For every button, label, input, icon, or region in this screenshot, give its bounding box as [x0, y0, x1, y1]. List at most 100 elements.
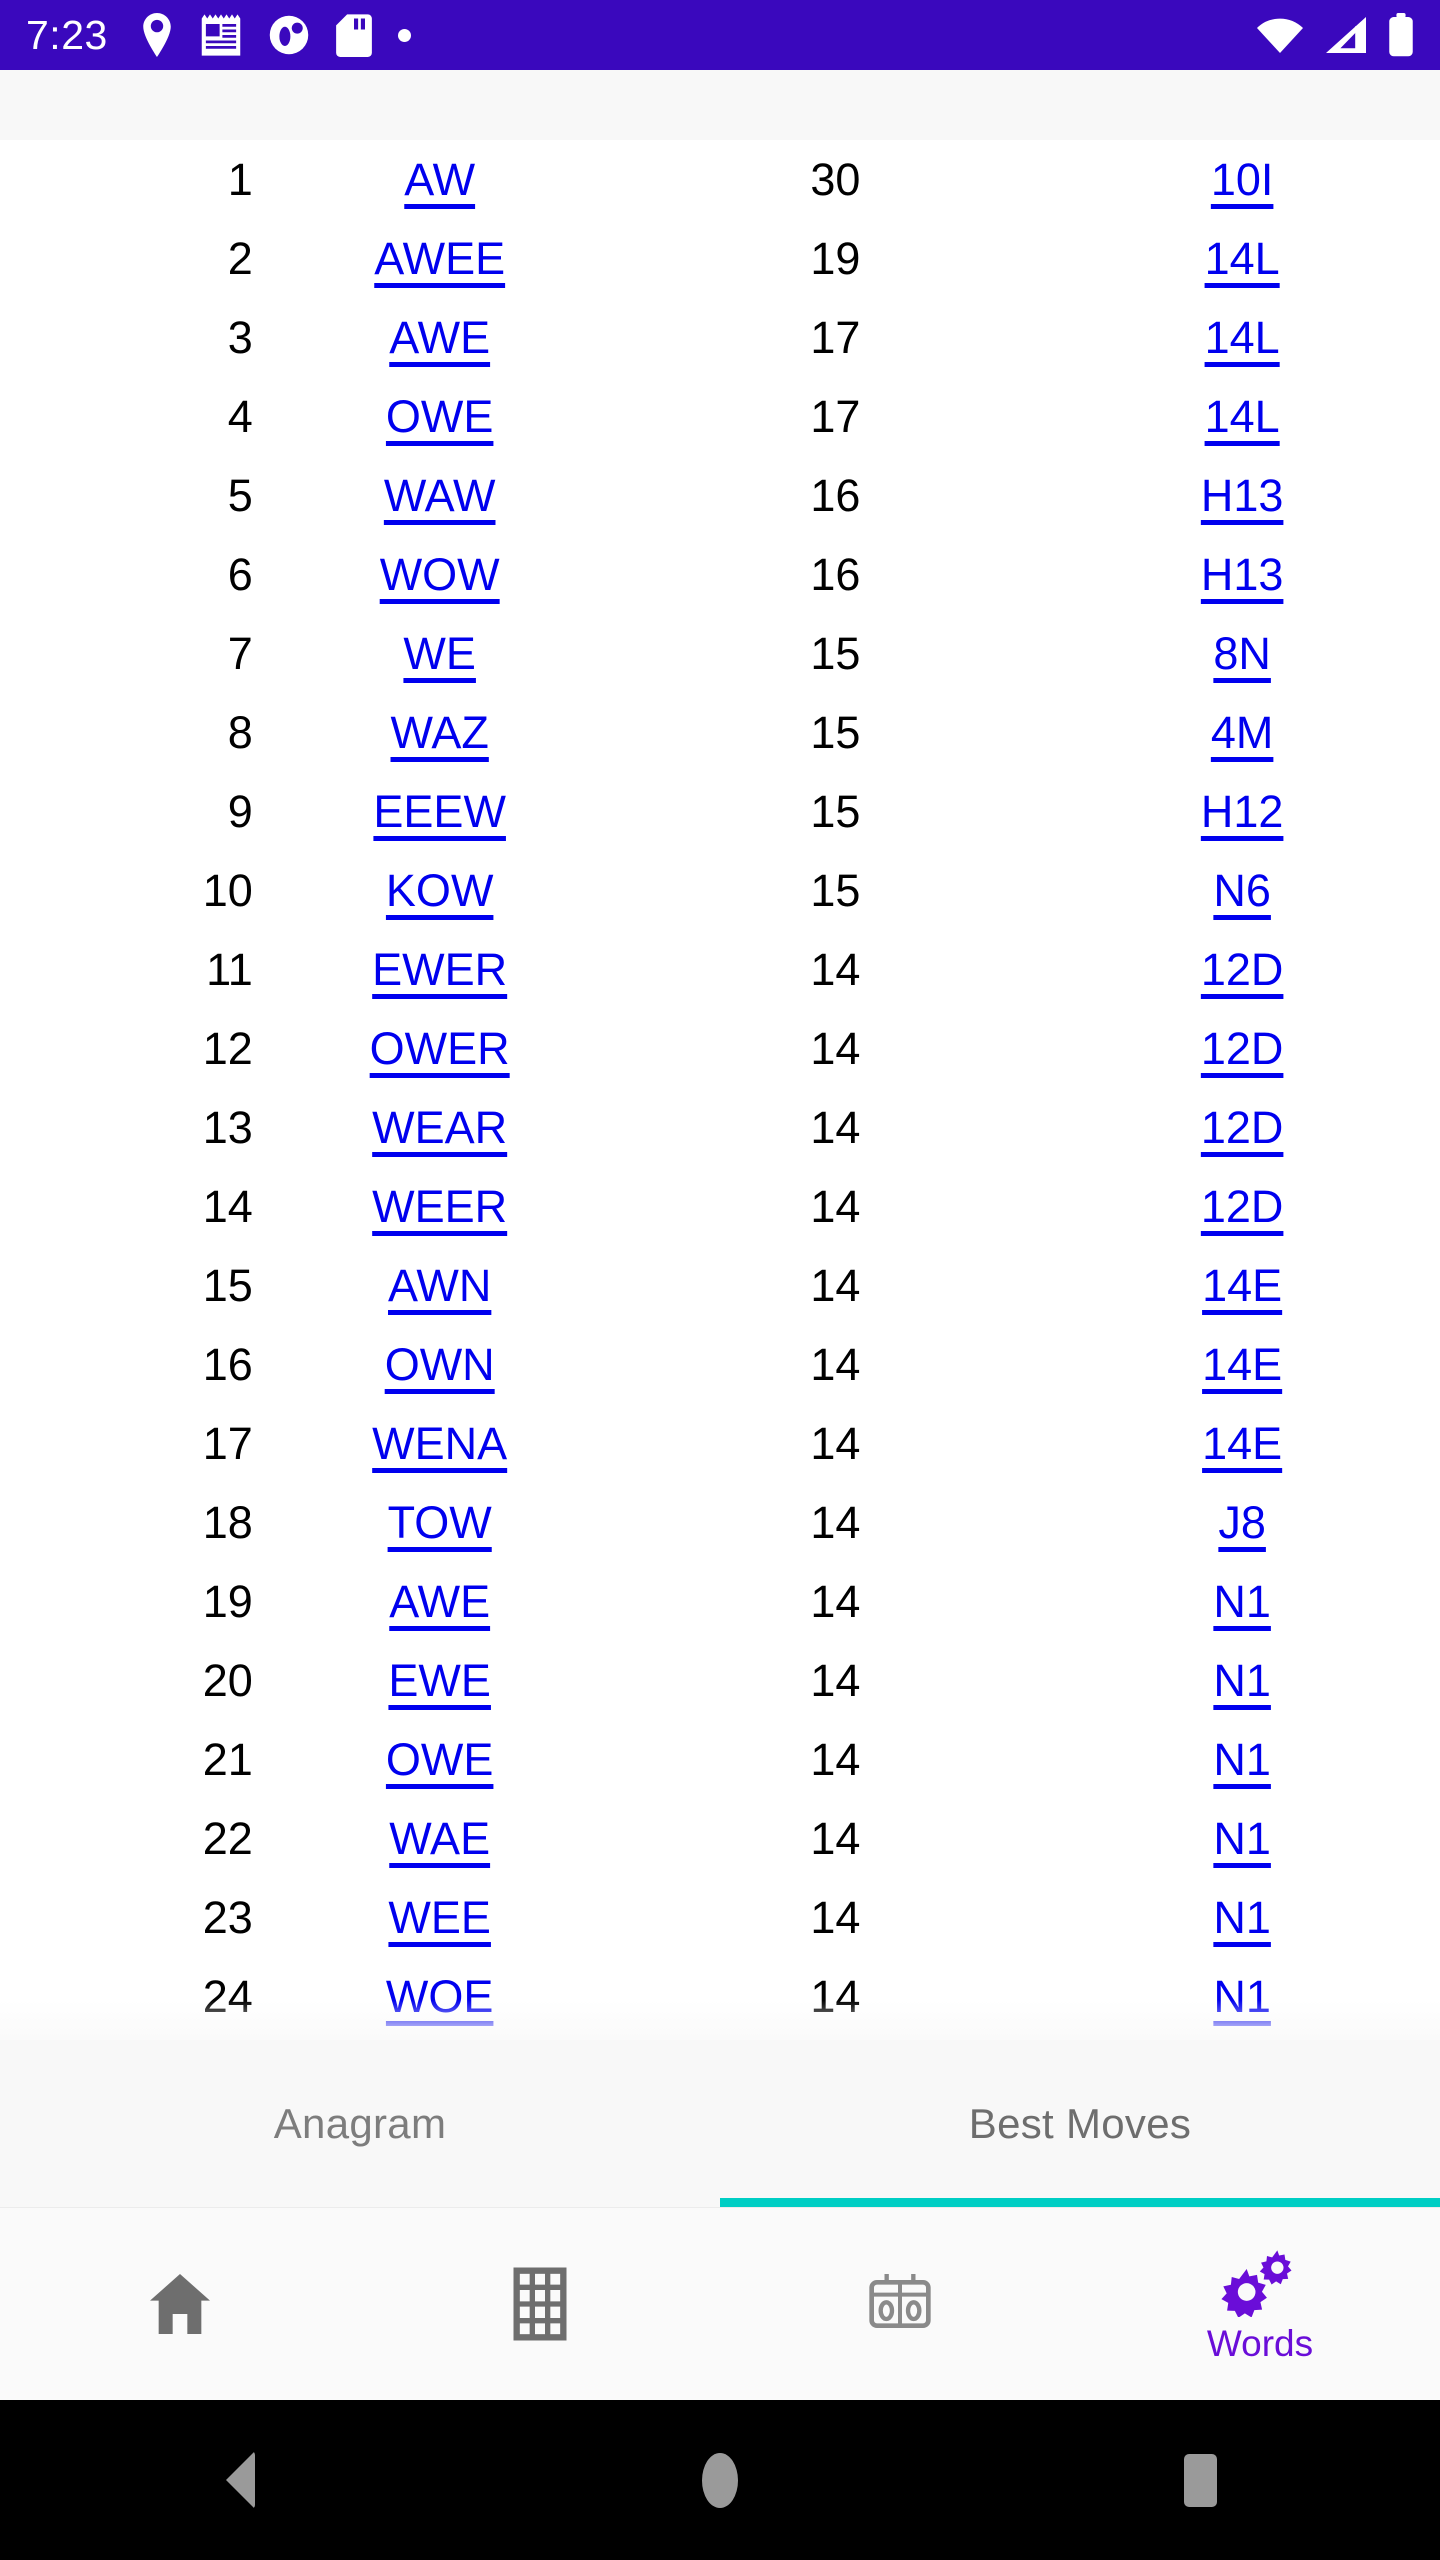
word-link[interactable]: WOW [380, 549, 500, 600]
rank-cell: 19 [202, 1576, 253, 1627]
nav-item-scoreboard[interactable] [720, 2208, 1080, 2400]
position-link[interactable]: 14E [1202, 1260, 1282, 1311]
table-row[interactable]: 11 EWER 14 12D [0, 930, 1440, 1009]
word-link[interactable]: WEE [388, 1892, 491, 1943]
position-link[interactable]: 12D [1201, 1181, 1284, 1232]
table-row[interactable]: 14 WEER 14 12D [0, 1167, 1440, 1246]
word-link[interactable]: WOE [386, 1971, 494, 2022]
word-link[interactable]: AWE [389, 312, 490, 363]
table-row[interactable]: 1 AW 30 10I [0, 140, 1440, 219]
word-link[interactable]: OWE [386, 391, 494, 442]
score-cell: 15 [810, 786, 861, 837]
table-row[interactable]: 5 WAW 16 H13 [0, 456, 1440, 535]
android-back-button[interactable] [0, 2451, 480, 2509]
android-home-button[interactable] [480, 2452, 960, 2508]
position-link[interactable]: 12D [1201, 944, 1284, 995]
word-link[interactable]: TOW [388, 1497, 492, 1548]
tab-anagram[interactable]: Anagram [0, 2040, 720, 2207]
table-row[interactable]: 9 EEEW 15 H12 [0, 772, 1440, 851]
word-link[interactable]: OWE [386, 1734, 494, 1785]
table-row[interactable]: 18 TOW 14 J8 [0, 1483, 1440, 1562]
word-link[interactable]: OWER [370, 1023, 510, 1074]
circle-glyph-icon [269, 15, 309, 55]
word-link[interactable]: EWER [372, 944, 507, 995]
position-link[interactable]: H12 [1201, 786, 1284, 837]
rank-cell: 21 [202, 1734, 253, 1785]
position-link[interactable]: 4M [1211, 707, 1274, 758]
position-cell: N1 [1044, 1878, 1440, 1957]
android-recents-button[interactable] [960, 2453, 1440, 2507]
word-link[interactable]: AWEE [374, 233, 505, 284]
word-link[interactable]: AWN [388, 1260, 491, 1311]
table-row[interactable]: 15 AWN 14 14E [0, 1246, 1440, 1325]
table-row[interactable]: 19 AWE 14 N1 [0, 1562, 1440, 1641]
status-bar-notification-icons [140, 13, 411, 57]
position-link[interactable]: 14E [1202, 1339, 1282, 1390]
position-link[interactable]: N1 [1213, 1576, 1271, 1627]
table-row[interactable]: 13 WEAR 14 12D [0, 1088, 1440, 1167]
word-link[interactable]: EEEW [373, 786, 506, 837]
score-cell: 15 [810, 707, 861, 758]
gears-icon [1221, 2249, 1292, 2317]
table-row[interactable]: 17 WENA 14 14E [0, 1404, 1440, 1483]
word-cell: EWER [253, 930, 627, 1009]
word-link[interactable]: WEAR [372, 1102, 507, 1153]
position-cell: 14L [1044, 298, 1440, 377]
position-link[interactable]: 14L [1205, 391, 1280, 442]
word-link[interactable]: KOW [386, 865, 494, 916]
rank-cell: 15 [202, 1260, 253, 1311]
nav-item-words[interactable]: Words [1080, 2208, 1440, 2400]
position-link[interactable]: 12D [1201, 1023, 1284, 1074]
table-row[interactable]: 16 OWN 14 14E [0, 1325, 1440, 1404]
table-row[interactable]: 6 WOW 16 H13 [0, 535, 1440, 614]
position-link[interactable]: N6 [1213, 865, 1271, 916]
table-row[interactable]: 7 WE 15 8N [0, 614, 1440, 693]
table-row[interactable]: 22 WAE 14 N1 [0, 1799, 1440, 1878]
position-link[interactable]: 14E [1202, 1418, 1282, 1469]
table-row[interactable]: 8 WAZ 15 4M [0, 693, 1440, 772]
position-link[interactable]: N1 [1213, 1734, 1271, 1785]
position-link[interactable]: N1 [1213, 1813, 1271, 1864]
position-cell: 12D [1044, 1088, 1440, 1167]
position-link[interactable]: N1 [1213, 1971, 1271, 2022]
app-root: 7:23 1 AW 30 10I 2 AWEE 19 14L 3 AWE 17 … [0, 0, 1440, 2560]
position-link[interactable]: 14L [1205, 233, 1280, 284]
table-row[interactable]: 12 OWER 14 12D [0, 1009, 1440, 1088]
position-link[interactable]: 10I [1211, 154, 1274, 205]
table-row[interactable]: 20 EWE 14 N1 [0, 1641, 1440, 1720]
position-cell: 14E [1044, 1325, 1440, 1404]
position-link[interactable]: 14L [1205, 312, 1280, 363]
table-row[interactable]: 21 OWE 14 N1 [0, 1720, 1440, 1799]
word-link[interactable]: AWE [389, 1576, 490, 1627]
word-link[interactable]: WAZ [391, 707, 489, 758]
word-link[interactable]: WEER [372, 1181, 507, 1232]
position-link[interactable]: H13 [1201, 470, 1284, 521]
word-link[interactable]: WENA [372, 1418, 507, 1469]
table-row[interactable]: 4 OWE 17 14L [0, 377, 1440, 456]
word-link[interactable]: OWN [385, 1339, 495, 1390]
word-link[interactable]: EWE [388, 1655, 491, 1706]
position-link[interactable]: H13 [1201, 549, 1284, 600]
word-link[interactable]: WAW [384, 470, 496, 521]
word-cell: WEAR [253, 1088, 627, 1167]
nav-item-board[interactable] [360, 2208, 720, 2400]
rank-cell: 9 [227, 786, 253, 837]
nav-item-home[interactable] [0, 2208, 360, 2400]
position-link[interactable]: N1 [1213, 1655, 1271, 1706]
position-link[interactable]: 12D [1201, 1102, 1284, 1153]
word-link[interactable]: WAE [389, 1813, 490, 1864]
position-cell: 12D [1044, 1009, 1440, 1088]
table-row[interactable]: 24 WOE 14 N1 [0, 1957, 1440, 2036]
best-moves-list[interactable]: 1 AW 30 10I 2 AWEE 19 14L 3 AWE 17 14L 4… [0, 140, 1440, 2040]
table-row[interactable]: 10 KOW 15 N6 [0, 851, 1440, 930]
position-link[interactable]: J8 [1218, 1497, 1266, 1548]
position-link[interactable]: 8N [1213, 628, 1271, 679]
table-row[interactable]: 3 AWE 17 14L [0, 298, 1440, 377]
position-link[interactable]: N1 [1213, 1892, 1271, 1943]
tab-best-moves[interactable]: Best Moves [720, 2040, 1440, 2207]
word-link[interactable]: WE [403, 628, 476, 679]
table-row[interactable]: 2 AWEE 19 14L [0, 219, 1440, 298]
word-link[interactable]: AW [404, 154, 475, 205]
score-cell: 17 [810, 312, 861, 363]
table-row[interactable]: 23 WEE 14 N1 [0, 1878, 1440, 1957]
